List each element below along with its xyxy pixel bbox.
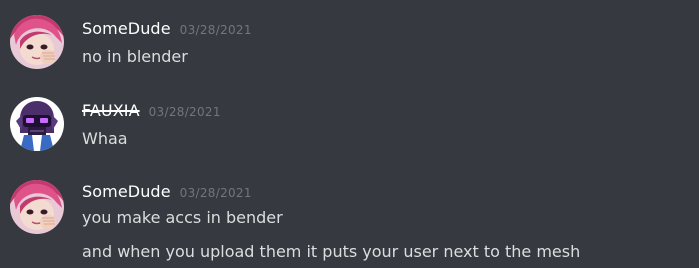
purple-robot-avatar-icon[interactable]: [10, 97, 64, 151]
message-text: you make accs in bender: [82, 208, 283, 227]
message-text: no in blender: [82, 47, 188, 66]
message-text: and when you upload them it puts your us…: [82, 242, 581, 261]
message-header: FAUXIA 03/28/2021: [82, 101, 221, 123]
message-timestamp: 03/28/2021: [148, 105, 221, 119]
message-timestamp: 03/28/2021: [179, 23, 252, 37]
anime-girl-avatar-icon[interactable]: [10, 15, 64, 69]
message-timestamp: 03/28/2021: [179, 186, 252, 200]
username[interactable]: SomeDude: [82, 19, 171, 38]
anime-girl-avatar-icon[interactable]: [10, 180, 64, 234]
chat-messages-pane: SomeDude 03/28/2021 no in blender FAUXIA: [0, 0, 699, 268]
message-text: Whaa: [82, 129, 128, 148]
username[interactable]: FAUXIA: [82, 101, 140, 120]
username[interactable]: SomeDude: [82, 182, 171, 201]
message-header: SomeDude 03/28/2021: [82, 19, 252, 41]
message-header: SomeDude 03/28/2021: [82, 182, 252, 204]
